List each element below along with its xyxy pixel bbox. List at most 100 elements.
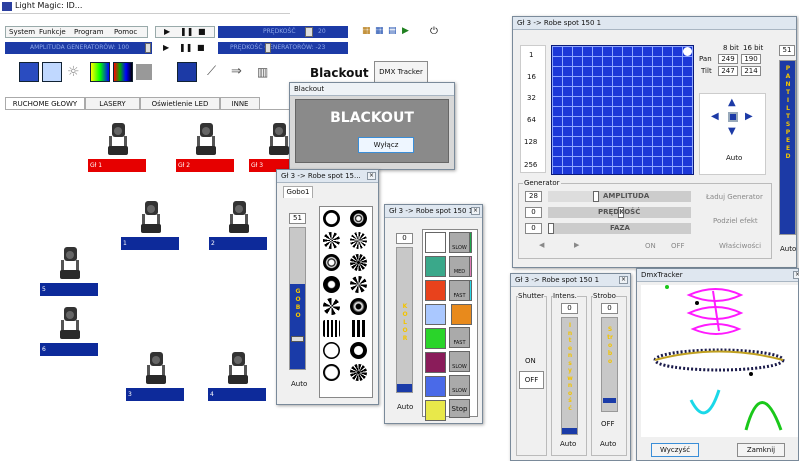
pan-tilt-grid[interactable]: [551, 45, 694, 175]
clear-button[interactable]: Wyczyść: [651, 443, 699, 457]
tab-gobo1[interactable]: Gobo1: [283, 186, 313, 198]
speed-value[interactable]: 51: [779, 45, 795, 56]
fixture-2[interactable]: 2: [209, 195, 267, 250]
pad-auto[interactable]: Auto: [726, 154, 742, 162]
color-blue[interactable]: [425, 376, 446, 397]
effect-icon-1[interactable]: [19, 62, 39, 82]
stop-icon[interactable]: ■: [198, 27, 206, 37]
gen-speed-slider[interactable]: PRĘDKOŚĆ GENERATORÓW: -23: [218, 42, 348, 54]
gobo-8-icon[interactable]: [350, 276, 367, 293]
play-icon[interactable]: ▶: [163, 42, 169, 53]
fixture-3[interactable]: 3: [126, 346, 184, 401]
gobo-fader[interactable]: GOBO: [289, 227, 306, 370]
gobo-6-icon[interactable]: [350, 254, 367, 271]
next-icon[interactable]: ▶: [574, 241, 579, 249]
fixture-6[interactable]: 6: [40, 301, 98, 356]
arrow-up-icon[interactable]: ▲: [728, 97, 736, 108]
properties[interactable]: Właściwości: [719, 242, 761, 250]
menu-funkcje[interactable]: Funkcje: [39, 27, 66, 37]
color-value[interactable]: 0: [396, 233, 413, 244]
color-lightblue[interactable]: [425, 304, 446, 325]
strobo-off[interactable]: OFF: [601, 420, 615, 428]
matrix-icon[interactable]: [177, 62, 197, 82]
rotate-slow-button-3[interactable]: SLOW: [449, 375, 470, 396]
rotate-fast-button-2[interactable]: FAST: [449, 327, 470, 348]
blackout-button[interactable]: Blackout: [310, 66, 369, 80]
gobo-11-icon[interactable]: [323, 320, 340, 337]
gen-on[interactable]: ON: [645, 242, 656, 250]
phase-slider[interactable]: FAZA: [548, 223, 691, 234]
rotate-med-button[interactable]: MED: [449, 256, 470, 277]
intens-value[interactable]: 0: [561, 303, 578, 314]
menu-system[interactable]: System: [9, 27, 35, 37]
gobo-4-icon[interactable]: [350, 232, 367, 249]
amplitude-value[interactable]: 28: [525, 191, 542, 202]
arrow-left-icon[interactable]: ◀: [711, 111, 719, 122]
play-icon[interactable]: ▶: [164, 27, 170, 37]
color-white[interactable]: [425, 232, 446, 253]
sun-icon[interactable]: ☼: [67, 64, 80, 80]
pan-tilt-cursor[interactable]: [683, 47, 692, 56]
tilt-8bit-input[interactable]: 247: [718, 66, 738, 76]
power-icon[interactable]: ⏻: [430, 26, 438, 37]
color-fader[interactable]: KOLOR: [396, 247, 413, 393]
color-lime[interactable]: [425, 328, 446, 349]
fixture-gl3[interactable]: Gł 3: [249, 117, 289, 172]
prev-icon[interactable]: ◀: [539, 241, 544, 249]
color-mix-icon[interactable]: [90, 62, 110, 82]
gobo-2-icon[interactable]: [350, 210, 367, 227]
pause-icon[interactable]: ❚❚: [179, 42, 192, 53]
shutter-on[interactable]: ON: [525, 357, 536, 365]
amplitude-slider[interactable]: AMPLITUDA: [548, 191, 691, 202]
stop-icon[interactable]: ■: [197, 42, 205, 53]
menu-program[interactable]: Program: [74, 27, 104, 37]
gen-off[interactable]: OFF: [671, 242, 685, 250]
disable-blackout-button[interactable]: Wyłącz: [358, 137, 414, 153]
pan-16bit-input[interactable]: 190: [741, 54, 761, 64]
phase-value[interactable]: 0: [525, 223, 542, 234]
menu-pomoc[interactable]: Pomoc: [114, 27, 137, 37]
gobo-12-icon[interactable]: [350, 320, 367, 337]
flash-icon[interactable]: ⇒: [231, 64, 242, 79]
color-orange[interactable]: [451, 304, 472, 325]
fixture-1[interactable]: 1: [121, 195, 179, 250]
shutter-off[interactable]: OFF: [519, 371, 544, 389]
gobo-7-icon[interactable]: [323, 276, 340, 293]
side-auto[interactable]: Auto: [780, 245, 796, 253]
gobo-14-icon[interactable]: [350, 342, 367, 359]
scene-icon[interactable]: ▦: [362, 26, 371, 37]
rotate-slow-button-2[interactable]: SLOW: [449, 351, 470, 372]
center-icon[interactable]: [728, 112, 738, 122]
color-magenta[interactable]: [425, 352, 446, 373]
gobo-10-icon[interactable]: [350, 298, 367, 315]
gobo-value[interactable]: 51: [289, 213, 306, 224]
grid-icon[interactable]: ▦: [375, 26, 384, 37]
gobo-1-icon[interactable]: [323, 210, 340, 227]
tilt-16bit-input[interactable]: 214: [741, 66, 761, 76]
intens-fader[interactable]: Intensywność: [561, 317, 578, 435]
color-yellow[interactable]: [425, 400, 446, 421]
color-teal[interactable]: [425, 256, 446, 277]
gobo-9-icon[interactable]: [323, 298, 340, 315]
fixture-gl1[interactable]: Gł 1: [88, 117, 146, 172]
fixture-gl2[interactable]: Gł 2: [176, 117, 234, 172]
intens-auto[interactable]: Auto: [560, 440, 576, 448]
gobo-15-icon[interactable]: [323, 364, 340, 381]
close-icon[interactable]: ×: [793, 271, 799, 279]
color-bars-icon[interactable]: [113, 62, 133, 82]
gobo-13-icon[interactable]: [323, 342, 340, 359]
load-generator[interactable]: Ładuj Generator: [706, 193, 763, 201]
gen-speed-slider[interactable]: PRĘDKOŚĆ: [548, 207, 691, 218]
strobo-auto[interactable]: Auto: [600, 440, 616, 448]
table-icon[interactable]: ▤: [388, 26, 397, 37]
close-icon[interactable]: ×: [619, 276, 628, 284]
midi-icon[interactable]: ▶: [402, 26, 409, 37]
color-red[interactable]: [425, 280, 446, 301]
rotate-slow-button[interactable]: SLOW: [449, 232, 470, 253]
strobo-fader[interactable]: Strobo: [601, 317, 618, 412]
speed-slider[interactable]: PRĘDKOŚĆ 20: [218, 26, 348, 38]
pan-8bit-input[interactable]: 249: [718, 54, 738, 64]
gobo-5-icon[interactable]: [323, 254, 340, 271]
close-icon[interactable]: ×: [471, 207, 480, 215]
speed-gen-value[interactable]: 0: [525, 207, 542, 218]
